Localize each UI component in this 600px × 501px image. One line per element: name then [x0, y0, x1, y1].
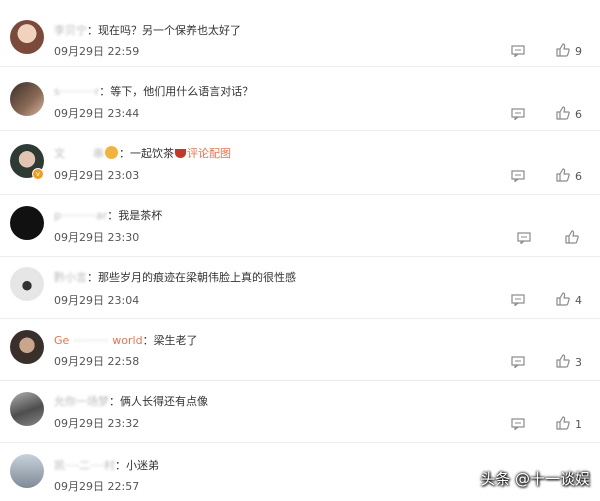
reply-icon[interactable]	[517, 232, 531, 244]
comment-line: s··········r：等下，他们用什么语言对话？	[54, 85, 254, 98]
avatar[interactable]	[10, 82, 44, 116]
like-count: 9	[575, 45, 582, 58]
thumbs-up-icon[interactable]	[556, 168, 570, 182]
comment-text: 等下，他们用什么语言对话？	[110, 85, 254, 98]
thumbs-up-icon[interactable]	[556, 292, 570, 306]
comment-line: 黔小言：那些岁月的痕迹在梁朝伟脸上真的很性感	[54, 271, 296, 284]
verified-badge-icon: v	[32, 168, 44, 180]
thumbs-up-icon[interactable]	[565, 230, 579, 244]
reply-icon[interactable]	[511, 45, 525, 57]
comment-line: 李贝宁：现在吗？另一个保养也太好了	[54, 24, 241, 37]
timestamp: 09月29日 22:58	[54, 355, 140, 368]
reply-icon[interactable]	[511, 170, 525, 182]
comment-text: 我是茶杯	[118, 209, 163, 222]
thumbs-up-icon[interactable]	[556, 106, 570, 120]
comment-text: 俩人长得还有点像	[120, 395, 208, 408]
timestamp: 09月29日 23:44	[54, 107, 140, 120]
comment-line: p··········ar：我是茶杯	[54, 209, 163, 222]
comment-item: v 文串：一起饮茶 评论配图 09月29日 23:03 6	[0, 130, 600, 195]
comment-text: 现在吗？另一个保养也太好了	[98, 24, 241, 37]
username-tail[interactable]: 串	[93, 147, 104, 160]
emoji-icon	[105, 146, 118, 159]
avatar[interactable]	[10, 392, 44, 426]
reply-icon[interactable]	[511, 294, 525, 306]
timestamp: 09月29日 23:30	[54, 231, 140, 244]
username-tail[interactable]: world	[112, 334, 142, 347]
comment-line: 凯····二····村：小迷弟	[54, 459, 159, 472]
comment-item: 李贝宁：现在吗？另一个保养也太好了 09月29日 22:59 9	[0, 0, 600, 67]
reply-icon[interactable]	[511, 108, 525, 120]
timestamp: 09月29日 23:32	[54, 417, 140, 430]
watermark: 头条 @十一谈娱	[480, 470, 590, 488]
username[interactable]: 文	[54, 147, 65, 160]
reply-icon[interactable]	[511, 356, 525, 368]
username[interactable]: 黔小言	[54, 271, 87, 284]
comment-item: p··········ar：我是茶杯 09月29日 23:30	[0, 194, 600, 257]
comment-image-link[interactable]: 评论配图	[187, 147, 231, 160]
comment-item: 允你一场梦：俩人长得还有点像 09月29日 23:32 1	[0, 380, 600, 443]
username[interactable]: 凯····二····村	[54, 459, 115, 472]
username[interactable]: s··········r	[54, 85, 99, 98]
avatar[interactable]	[10, 20, 44, 54]
thumbs-up-icon[interactable]	[556, 416, 570, 430]
timestamp: 09月29日 23:03	[54, 169, 140, 182]
comment-text: 小迷弟	[125, 459, 159, 472]
like-count: 1	[575, 418, 582, 431]
avatar[interactable]	[10, 454, 44, 488]
comment-text: 一起饮茶	[130, 147, 174, 160]
timestamp: 09月29日 22:59	[54, 45, 140, 58]
comment-line: 允你一场梦：俩人长得还有点像	[54, 395, 208, 408]
avatar[interactable]	[10, 330, 44, 364]
avatar[interactable]	[10, 206, 44, 240]
username[interactable]: Ge	[54, 334, 69, 347]
username[interactable]: 允你一场梦	[54, 395, 109, 408]
username[interactable]: 李贝宁	[54, 24, 87, 37]
comment-item: s··········r：等下，他们用什么语言对话？ 09月29日 23:44 …	[0, 66, 600, 131]
username[interactable]: p··········ar	[54, 209, 107, 222]
like-count: 3	[575, 356, 582, 369]
like-count: 4	[575, 294, 582, 307]
like-count: 6	[575, 108, 582, 121]
like-count: 6	[575, 170, 582, 183]
comment-line: Ge ·········· world：梁生老了	[54, 334, 198, 347]
reply-icon[interactable]	[511, 418, 525, 430]
comment-text: 那些岁月的痕迹在梁朝伟脸上真的很性感	[98, 271, 296, 284]
timestamp: 09月29日 22:57	[54, 480, 140, 493]
thumbs-up-icon[interactable]	[556, 354, 570, 368]
thumbs-up-icon[interactable]	[556, 43, 570, 57]
avatar[interactable]	[10, 267, 44, 301]
comment-text: 梁生老了	[153, 334, 198, 347]
comment-line: 文串：一起饮茶 评论配图	[54, 146, 231, 160]
comment-item: Ge ·········· world：梁生老了 09月29日 22:58 3	[0, 318, 600, 381]
timestamp: 09月29日 23:04	[54, 294, 140, 307]
teacup-icon	[175, 149, 186, 158]
comment-item: 黔小言：那些岁月的痕迹在梁朝伟脸上真的很性感 09月29日 23:04 4	[0, 256, 600, 319]
